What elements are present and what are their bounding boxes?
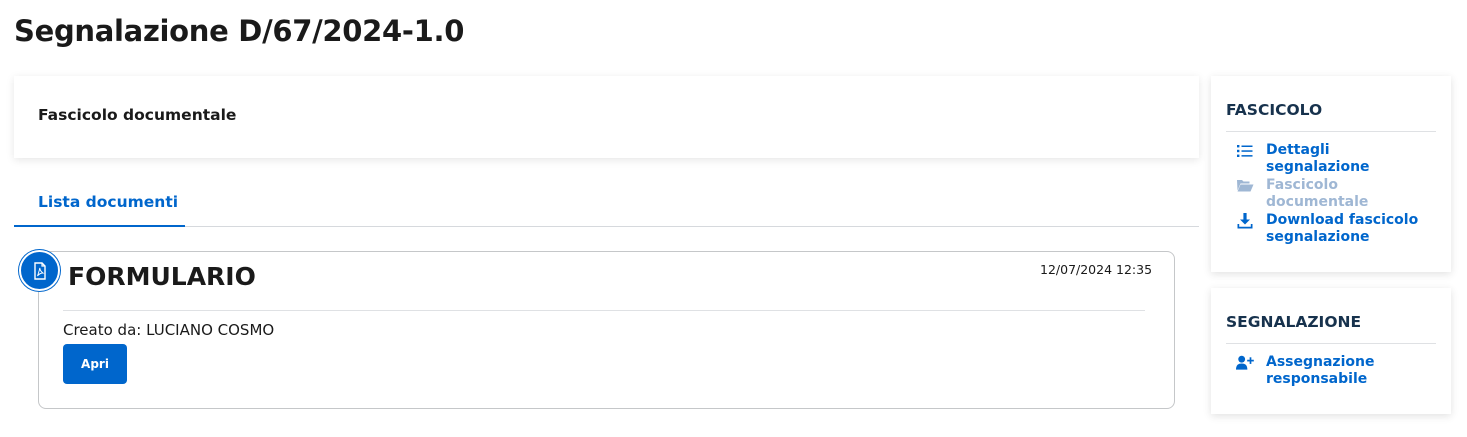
- tab-lista-documenti[interactable]: Lista documenti: [14, 185, 185, 227]
- sidebar-card-segnalazione: SEGNALAZIONE Assegnazione responsabile: [1211, 288, 1451, 414]
- folder-open-icon: [1236, 177, 1254, 194]
- tab-bar: Lista documenti: [14, 185, 1199, 227]
- sidebar-card-fascicolo: FASCICOLO Dettagli segnalazione Fascicol…: [1211, 76, 1451, 272]
- sidebar-item-label: Assegnazione responsabile: [1266, 354, 1375, 387]
- page-title: Segnalazione D/67/2024-1.0: [14, 14, 465, 48]
- sidebar-item-fascicolo-documentale: Fascicolo documentale: [1236, 177, 1436, 211]
- user-plus-icon: [1236, 354, 1254, 371]
- list-icon: [1236, 142, 1254, 159]
- sidebar-heading-fascicolo: FASCICOLO: [1226, 101, 1323, 119]
- creator-label: Creato da:: [63, 321, 142, 339]
- document-date: 12/07/2024 12:35: [1040, 262, 1153, 277]
- sidebar-item-label: Dettagli segnalazione: [1266, 142, 1370, 175]
- section-title: Fascicolo documentale: [38, 106, 237, 124]
- sidebar-divider: [1226, 343, 1436, 344]
- download-icon: [1236, 212, 1254, 229]
- pdf-file-icon: [19, 250, 60, 291]
- sidebar-item-assegnazione-responsabile[interactable]: Assegnazione responsabile: [1236, 354, 1436, 388]
- sidebar-divider: [1226, 131, 1436, 132]
- sidebar-item-dettagli-segnalazione[interactable]: Dettagli segnalazione: [1236, 142, 1436, 176]
- document-creator: Creato da: LUCIANO COSMO: [63, 321, 274, 339]
- sidebar-item-label: Download fascicolo segnalazione: [1266, 212, 1419, 245]
- sidebar-item-label: Fascicolo documentale: [1266, 177, 1369, 210]
- sidebar-heading-segnalazione: SEGNALAZIONE: [1226, 313, 1362, 331]
- section-card: Fascicolo documentale: [14, 76, 1199, 158]
- creator-name: LUCIANO COSMO: [146, 321, 275, 339]
- document-title: FORMULARIO: [68, 262, 256, 291]
- open-document-button[interactable]: Apri: [63, 344, 127, 384]
- sidebar-item-download-fascicolo[interactable]: Download fascicolo segnalazione: [1236, 212, 1436, 246]
- document-divider: [63, 310, 1145, 311]
